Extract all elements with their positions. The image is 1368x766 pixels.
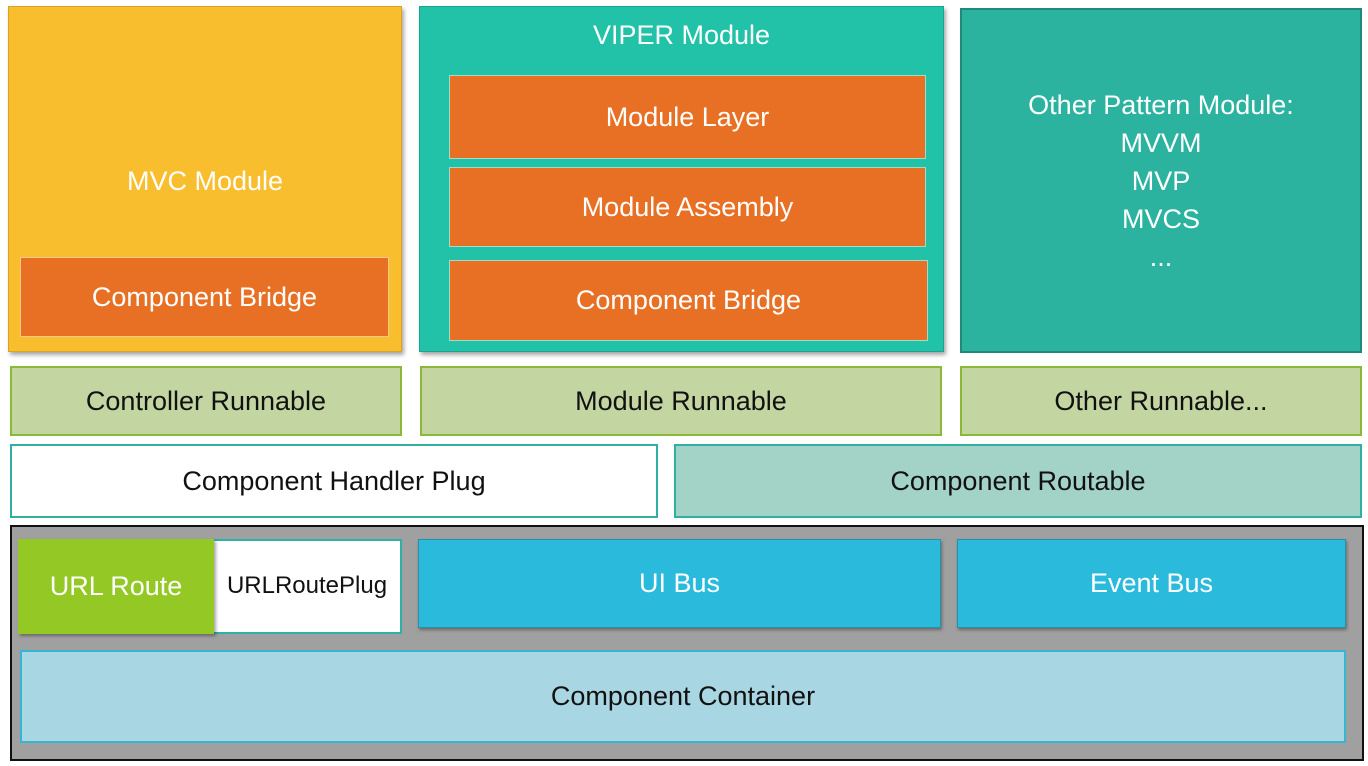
viper-module-layer-label: Module Layer (605, 101, 770, 132)
viper-component-bridge: Component Bridge (449, 260, 928, 341)
ui-bus: UI Bus (418, 539, 941, 628)
event-bus-label: Event Bus (1089, 568, 1214, 599)
other-pattern-heading: Other Pattern Module: (1028, 89, 1294, 120)
component-routable: Component Routable (674, 444, 1362, 518)
viper-module-layer: Module Layer (449, 75, 926, 159)
other-pattern-item: MVCS (1121, 203, 1200, 234)
url-route-plug-label: URLRoutePlug (226, 572, 388, 600)
controller-runnable: Controller Runnable (10, 366, 402, 436)
mvc-module-title: MVC Module (126, 166, 284, 196)
url-route: URL Route (18, 539, 214, 634)
viper-module-assembly: Module Assembly (449, 167, 926, 247)
other-pattern-list: Other Pattern Module: MVVM MVP MVCS ... (1028, 86, 1294, 276)
other-pattern-module: Other Pattern Module: MVVM MVP MVCS ... (960, 8, 1362, 353)
component-container: Component Container (20, 650, 1346, 743)
url-route-plug: URLRoutePlug (214, 539, 400, 634)
url-route-label: URL Route (49, 571, 183, 602)
viper-module-assembly-label: Module Assembly (581, 191, 794, 222)
component-routable-label: Component Routable (890, 465, 1146, 496)
component-handler-plug-label: Component Handler Plug (182, 465, 486, 496)
module-runnable-label: Module Runnable (575, 385, 787, 416)
component-container-label: Component Container (550, 681, 816, 712)
controller-runnable-label: Controller Runnable (85, 385, 327, 416)
mvc-component-bridge-label: Component Bridge (91, 281, 318, 312)
other-pattern-item: MVP (1131, 165, 1191, 196)
other-runnable: Other Runnable... (960, 366, 1362, 436)
event-bus: Event Bus (957, 539, 1346, 628)
other-pattern-item: MVVM (1120, 127, 1202, 158)
component-handler-plug: Component Handler Plug (10, 444, 658, 518)
viper-component-bridge-label: Component Bridge (575, 285, 802, 316)
ui-bus-label: UI Bus (638, 568, 721, 599)
module-runnable: Module Runnable (420, 366, 942, 436)
other-runnable-label: Other Runnable... (1054, 385, 1268, 416)
mvc-component-bridge: Component Bridge (20, 257, 389, 337)
other-pattern-ellipsis: ... (1149, 241, 1173, 272)
viper-module-title: VIPER Module (592, 20, 771, 50)
